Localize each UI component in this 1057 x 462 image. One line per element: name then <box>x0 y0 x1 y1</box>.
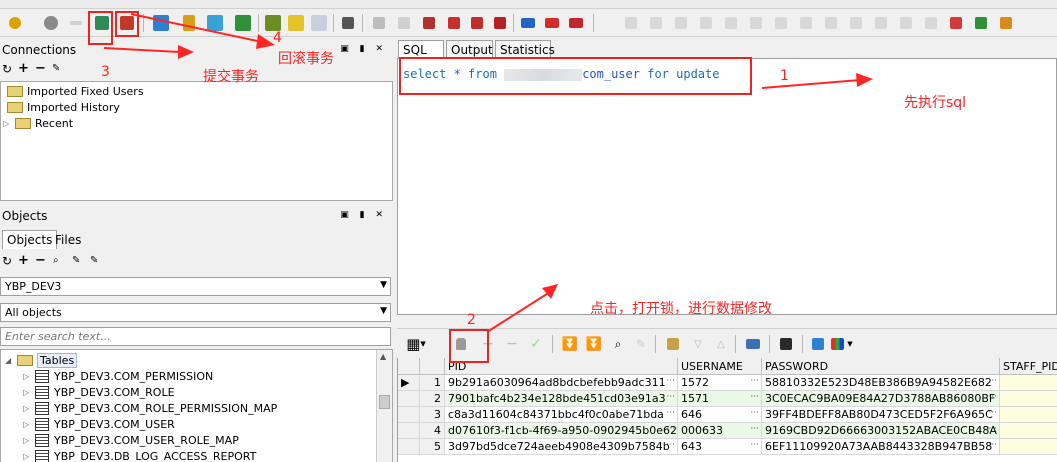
annotation-number-4: 4 <box>273 30 282 46</box>
annotation-number-3: 3 <box>101 64 110 80</box>
annotation-execute-text: 先执行sql <box>904 95 967 111</box>
annotation-number-1: 1 <box>780 68 789 84</box>
annotation-unlock-text: 点击，打开锁，进行数据修改 <box>590 301 772 317</box>
annotation-rollback-text: 回滚事务 <box>278 51 334 67</box>
annotation-number-2: 2 <box>467 312 476 328</box>
annotation-arrows <box>103 13 873 333</box>
annotation-commit-text: 提交事务 <box>203 69 259 85</box>
